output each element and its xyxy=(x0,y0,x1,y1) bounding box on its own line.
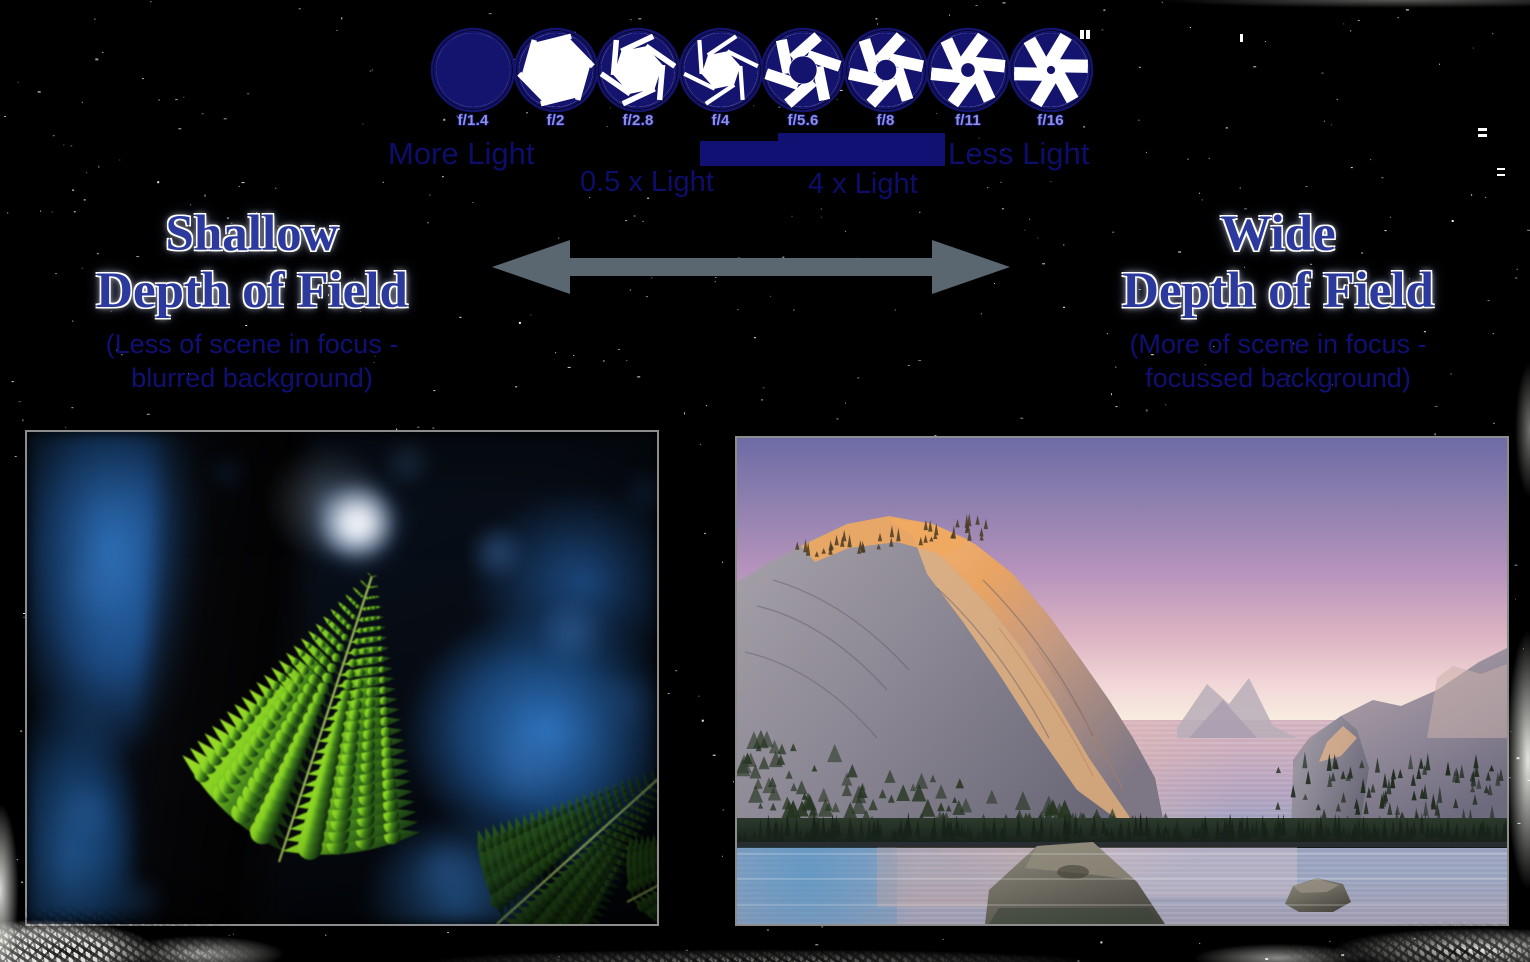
wide-dof-title-line2: Depth of Field xyxy=(1122,263,1434,320)
aperture-label-2: f/2.8 xyxy=(622,112,654,129)
wide-dof-title-line1: Wide xyxy=(1220,206,1336,262)
aperture-label-3: f/4 xyxy=(711,112,730,129)
aperture-label-7: f/16 xyxy=(1037,112,1064,129)
shallow-dof-title-line1: Shallow xyxy=(165,206,339,262)
aperture-cell-7: f/16 xyxy=(1006,24,1096,129)
aperture-label-0: f/1.4 xyxy=(457,112,489,129)
fern-frond xyxy=(182,572,657,924)
aperture-cell-4: f/5.6 xyxy=(758,24,848,129)
aperture-icon-1 xyxy=(513,27,598,113)
aperture-cell-6: f/11 xyxy=(923,24,1013,129)
aperture-cell-2: f/2.8 xyxy=(593,24,683,129)
aperture-icon-6 xyxy=(925,27,1011,113)
shallow-dof-title: Shallow Depth of Field xyxy=(0,206,512,320)
aperture-icon-7 xyxy=(1008,27,1093,113)
photo-wide-dof xyxy=(735,436,1509,926)
aperture-icon-0 xyxy=(430,27,516,113)
navy-redaction-block xyxy=(700,133,945,166)
aperture-icon-2 xyxy=(595,27,681,113)
aperture-cell-5: f/8 xyxy=(841,24,931,129)
wide-dof-title: Wide Depth of Field xyxy=(1018,206,1530,320)
more-light-label: More Light xyxy=(388,136,535,171)
aperture-label-1: f/2 xyxy=(546,112,565,129)
aperture-icon-4 xyxy=(760,27,846,113)
wide-dof-sub-line1: (More of scene in focus - xyxy=(1129,329,1427,360)
shallow-dof-sub-line2: blurred background) xyxy=(131,362,373,393)
aperture-cell-3: f/4 xyxy=(676,24,766,129)
less-light-label: Less Light xyxy=(948,136,1090,171)
photo-shallow-dof xyxy=(25,430,659,926)
wide-dof-heading: Wide Depth of Field (More of scene in fo… xyxy=(1018,206,1530,396)
aperture-cell-0: f/1.4 xyxy=(428,24,518,129)
aperture-label-5: f/8 xyxy=(876,112,895,129)
shallow-dof-heading: Shallow Depth of Field (Less of scene in… xyxy=(0,206,512,396)
shallow-dof-sub-line1: (Less of scene in focus - xyxy=(105,329,399,360)
slide-canvas: f/1.4 f/2 f/2.8 f/4 f/5.6 f/8 f/11 f/16 More Li… xyxy=(0,0,1530,962)
double-arrow-icon xyxy=(492,240,1010,294)
aperture-label-6: f/11 xyxy=(955,112,981,129)
aperture-scale: f/1.4 f/2 f/2.8 f/4 f/5.6 f/8 f/11 f/16 xyxy=(0,24,1530,129)
wide-dof-subtitle: (More of scene in focus - focussed backg… xyxy=(1018,328,1530,396)
aperture-icon-3 xyxy=(678,27,763,113)
grunge-edge-top xyxy=(0,0,1530,26)
four-light-label: 4 x Light xyxy=(808,168,918,200)
half-light-label: 0.5 x Light xyxy=(580,166,714,198)
shallow-dof-subtitle: (Less of scene in focus - blurred backgr… xyxy=(0,328,512,396)
aperture-cell-1: f/2 xyxy=(511,24,601,129)
alpine-lake-scene xyxy=(737,512,1507,924)
aperture-label-4: f/5.6 xyxy=(787,112,819,129)
aperture-icon-5 xyxy=(843,27,928,113)
shallow-dof-title-line2: Depth of Field xyxy=(96,263,408,320)
wide-dof-sub-line2: focussed background) xyxy=(1145,362,1411,393)
